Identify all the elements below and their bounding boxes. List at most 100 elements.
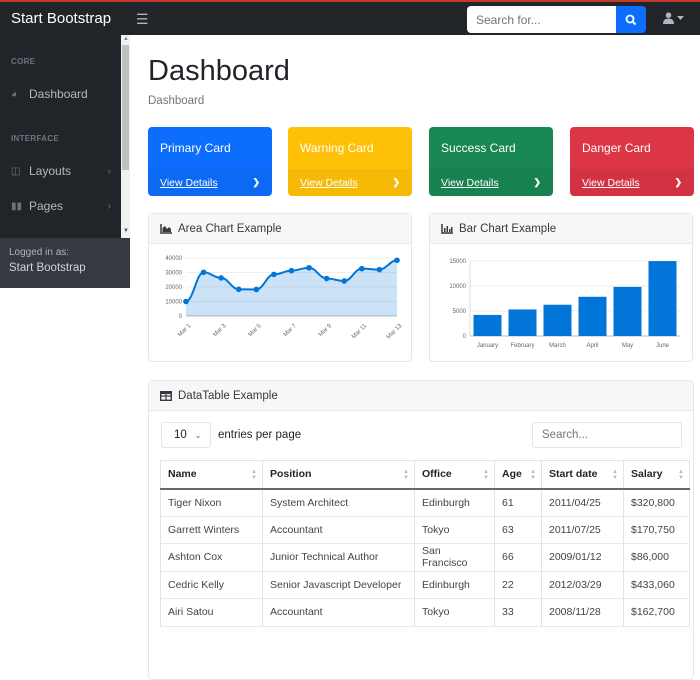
table-cell-office: San Francisco	[414, 543, 495, 572]
x-tick-label: Mar 1	[177, 323, 193, 339]
table-row: Tiger Nixon System Architect Edinburgh 61 20…	[160, 488, 690, 517]
book-open-icon: ▮▮	[11, 200, 23, 212]
view-details-link[interactable]: View Details	[582, 177, 640, 189]
sort-icon: ▲ ▼	[678, 469, 684, 481]
scroll-up-arrow-icon[interactable]: ▲	[123, 36, 129, 42]
caret-down-icon	[677, 15, 684, 20]
navbar-search	[467, 6, 646, 33]
view-details-link[interactable]: View Details	[160, 177, 218, 189]
table-cell-start-date: 2011/04/25	[541, 488, 624, 517]
column-header-label: Age	[502, 468, 522, 481]
table-cell-age: 63	[494, 516, 542, 544]
table-cell-name: Airi Satou	[160, 598, 263, 627]
x-tick-label: Mar 5	[248, 323, 264, 339]
hamburger-icon: ☰	[136, 11, 149, 27]
data-point[interactable]	[306, 264, 312, 271]
navbar-search-button[interactable]	[616, 6, 646, 33]
logged-in-user: Start Bootstrap	[9, 262, 86, 274]
brand-logo[interactable]: Start Bootstrap	[11, 10, 111, 27]
danger-card: Danger Card View Details ❯	[570, 127, 694, 196]
data-point[interactable]	[200, 269, 207, 276]
table-cell-office: Tokyo	[414, 516, 495, 544]
sort-icon: ▲ ▼	[530, 469, 536, 481]
scrollbar-thumb[interactable]	[122, 45, 129, 170]
data-table: Name ▲ ▼ Position ▲ ▼ Office ▲ ▼ Age ▲ ▼ Start date ▲…	[160, 460, 690, 627]
card-title: Primary Card	[160, 141, 231, 155]
sidebar-menu: CORE ◕ Dashboard INTERFACE ◫ Layouts › ▮…	[0, 35, 130, 238]
table-cell-start-date: 2008/11/28	[541, 598, 624, 627]
table-cell-start-date: 2012/03/29	[541, 571, 624, 599]
table-cell-salary: $162,700	[623, 598, 690, 627]
area-chart-title: Area Chart Example	[178, 222, 282, 235]
bar-chart-panel: Bar Chart Example 0 5000 10000 15000 January…	[429, 213, 693, 362]
area-chart: 0 10000 20000 30000 40000 Mar 1 Mar 3 Mar 5 Mar …	[165, 256, 404, 341]
y-tick-label: 10000	[165, 300, 182, 306]
sidebar-item-label: Layouts	[29, 164, 72, 178]
navbar-search-input[interactable]	[467, 6, 616, 33]
data-point[interactable]	[218, 275, 224, 281]
y-tick-label: 0	[463, 334, 467, 340]
y-tick-label: 40000	[165, 256, 182, 262]
column-header-name[interactable]: Name ▲ ▼	[160, 460, 263, 490]
data-point[interactable]	[235, 286, 242, 293]
table-cell-name: Ashton Cox	[160, 543, 263, 572]
table-search-input[interactable]	[532, 422, 682, 448]
x-tick-label: Mar 3	[212, 323, 228, 339]
bar[interactable]	[543, 304, 572, 336]
column-header-office[interactable]: Office ▲ ▼	[414, 460, 495, 490]
sidebar-scrollbar[interactable]: ▲ ▼	[121, 35, 130, 238]
column-header-position[interactable]: Position ▲ ▼	[262, 460, 415, 490]
scroll-down-arrow-icon[interactable]: ▼	[123, 228, 129, 234]
data-point[interactable]	[288, 267, 295, 274]
column-header-label: Salary	[631, 468, 663, 481]
bar[interactable]	[473, 314, 502, 336]
view-details-link[interactable]: View Details	[300, 177, 358, 189]
sidebar-item-dashboard[interactable]: ◕ Dashboard	[0, 83, 121, 105]
entries-per-page-select[interactable]: 10 ⌄	[161, 422, 211, 448]
data-point[interactable]	[253, 286, 260, 293]
primary-card: Primary Card View Details ❯	[148, 127, 272, 196]
data-point[interactable]	[359, 265, 365, 272]
table-row: Airi Satou Accountant Tokyo 33 2008/11/28 $16…	[160, 598, 690, 627]
data-point[interactable]	[183, 298, 189, 305]
chevron-right-icon: ❯	[533, 177, 541, 187]
tachometer-icon: ◕	[11, 88, 18, 100]
data-point[interactable]	[376, 266, 383, 273]
column-header-start-date[interactable]: Start date ▲ ▼	[541, 460, 624, 490]
data-point[interactable]	[323, 275, 330, 282]
bar[interactable]	[508, 309, 537, 336]
sidebar-item-layouts[interactable]: ◫ Layouts ›	[0, 160, 121, 182]
bar[interactable]	[578, 296, 607, 336]
table-row: Cedric Kelly Senior Javascript Developer E…	[160, 571, 690, 599]
table-cell-name: Garrett Winters	[160, 516, 263, 544]
bar[interactable]	[648, 261, 677, 336]
chevron-right-icon: ❯	[252, 177, 260, 187]
bar-chart: 0 5000 10000 15000 January February March April…	[449, 259, 680, 349]
column-header-age[interactable]: Age ▲ ▼	[494, 460, 542, 490]
user-icon	[663, 12, 674, 24]
data-point[interactable]	[394, 257, 400, 264]
bar-chart-icon	[441, 223, 453, 234]
table-cell-salary: $170,750	[623, 516, 690, 544]
x-tick-label: January	[477, 343, 498, 349]
view-details-link[interactable]: View Details	[441, 177, 499, 189]
column-header-salary[interactable]: Salary ▲ ▼	[623, 460, 690, 490]
column-header-label: Start date	[549, 468, 598, 481]
table-cell-position: Accountant	[262, 516, 415, 544]
table-cell-office: Edinburgh	[414, 571, 495, 599]
table-cell-position: System Architect	[262, 488, 415, 517]
data-point[interactable]	[341, 278, 348, 284]
table-row: Garrett Winters Accountant Tokyo 63 2011/07/…	[160, 516, 690, 544]
user-dropdown[interactable]	[663, 12, 684, 24]
bar[interactable]	[613, 286, 642, 336]
area-chart-panel: Area Chart Example 0 10000 20000 30000 40000…	[148, 213, 412, 362]
sidebar-toggle-button[interactable]: ☰	[136, 11, 149, 28]
card-title: Danger Card	[582, 141, 651, 155]
logged-in-label: Logged in as:	[9, 247, 70, 258]
data-point[interactable]	[271, 271, 277, 278]
sidebar-heading-core: CORE	[11, 57, 36, 66]
x-tick-label: Mar 7	[283, 323, 299, 339]
top-navbar: Start Bootstrap ☰	[0, 0, 700, 35]
table-cell-salary: $86,000	[623, 543, 690, 572]
sidebar-item-pages[interactable]: ▮▮ Pages ›	[0, 195, 121, 217]
